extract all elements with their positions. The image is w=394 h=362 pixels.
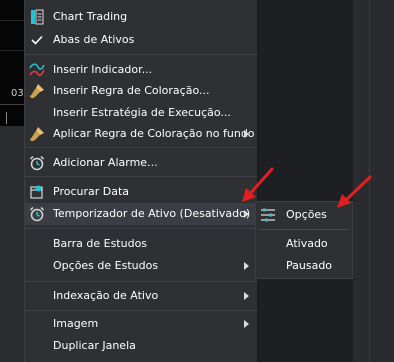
submenu-item-ativado[interactable]: Ativado bbox=[256, 233, 352, 255]
chart-trading-icon bbox=[29, 9, 45, 25]
submenu-arrow-icon bbox=[244, 262, 249, 270]
menu-item-procurar-data[interactable]: Procurar Data bbox=[25, 181, 257, 203]
chart-gridline bbox=[0, 50, 24, 51]
background-panel bbox=[0, 126, 24, 362]
sliders-icon bbox=[260, 207, 276, 231]
menu-separator bbox=[25, 228, 257, 229]
timer-icon bbox=[29, 206, 45, 222]
menu-item-label: Duplicar Janela bbox=[53, 339, 136, 352]
submenu-arrow-icon bbox=[244, 210, 249, 218]
menu-item-chart-trading[interactable]: Chart Trading bbox=[25, 6, 257, 28]
menu-item-label: Aplicar Regra de Coloração no fundo bbox=[53, 127, 255, 140]
submenu-item-label: Pausado bbox=[286, 259, 333, 272]
menu-item-inserir-estrategia[interactable]: Inserir Estratégia de Execução... bbox=[25, 102, 257, 124]
menu-separator bbox=[25, 147, 257, 148]
menu-item-imagem[interactable]: Imagem bbox=[25, 313, 257, 335]
menu-separator bbox=[25, 176, 257, 177]
timer-submenu: Opções Ativado Pausado bbox=[255, 201, 353, 279]
menu-separator bbox=[25, 310, 257, 311]
menu-item-label: Imagem bbox=[53, 317, 99, 330]
chart-axis-line bbox=[0, 104, 24, 105]
submenu-arrow-icon bbox=[244, 320, 249, 328]
menu-item-label: Opções de Estudos bbox=[53, 259, 159, 272]
chart-time-marker bbox=[6, 112, 7, 124]
menu-separator bbox=[25, 281, 257, 282]
menu-item-label: Chart Trading bbox=[53, 10, 128, 23]
submenu-arrow-icon bbox=[244, 130, 249, 138]
menu-item-abas-de-ativos[interactable]: Abas de Ativos bbox=[25, 29, 257, 51]
submenu-arrow-icon bbox=[244, 292, 249, 300]
context-menu: Chart Trading Abas de Ativos Inserir Ind… bbox=[24, 0, 258, 362]
menu-item-indexacao-de-ativo[interactable]: Indexação de Ativo bbox=[25, 285, 257, 307]
indicator-icon bbox=[29, 62, 45, 78]
menu-item-adicionar-alarme[interactable]: Adicionar Alarme... bbox=[25, 152, 257, 174]
menu-item-temporizador-ativo[interactable]: Temporizador de Ativo (Desativado) bbox=[25, 203, 257, 225]
alarm-clock-icon bbox=[29, 155, 45, 171]
menu-item-barra-de-estudos[interactable]: Barra de Estudos bbox=[25, 233, 257, 255]
chart-area: 03 bbox=[0, 0, 25, 126]
menu-item-label: Temporizador de Ativo (Desativado) bbox=[53, 207, 251, 220]
checkmark-icon bbox=[29, 32, 45, 48]
submenu-item-label: Opções bbox=[286, 208, 327, 221]
menu-item-label: Indexação de Ativo bbox=[53, 289, 159, 302]
menu-item-inserir-regra-coloracao[interactable]: Inserir Regra de Coloração... bbox=[25, 80, 257, 102]
annotation-arrow-icon bbox=[242, 167, 274, 202]
menu-separator bbox=[25, 54, 257, 55]
menu-item-label: Inserir Estratégia de Execução... bbox=[53, 106, 231, 119]
chart-gridline bbox=[0, 20, 24, 21]
menu-item-label: Adicionar Alarme... bbox=[53, 156, 158, 169]
search-date-icon bbox=[29, 184, 45, 200]
menu-item-label: Procurar Data bbox=[53, 185, 130, 198]
annotation-arrow-icon bbox=[337, 175, 372, 208]
paint-brush-icon bbox=[29, 83, 45, 99]
paint-brush-icon bbox=[29, 126, 45, 142]
menu-item-label: Barra de Estudos bbox=[53, 237, 148, 250]
menu-item-inserir-indicador[interactable]: Inserir Indicador... bbox=[25, 59, 257, 81]
menu-item-duplicar-janela[interactable]: Duplicar Janela bbox=[25, 335, 257, 357]
submenu-item-label: Ativado bbox=[286, 237, 328, 250]
menu-item-label: Abas de Ativos bbox=[53, 33, 135, 46]
chart-axis-label: 03 bbox=[11, 88, 24, 99]
menu-item-opcoes-de-estudos[interactable]: Opções de Estudos bbox=[25, 255, 257, 277]
submenu-separator bbox=[260, 229, 348, 230]
submenu-item-pausado[interactable]: Pausado bbox=[256, 255, 352, 277]
menu-item-aplicar-regra-fundo[interactable]: Aplicar Regra de Coloração no fundo bbox=[25, 123, 257, 145]
menu-item-label: Inserir Regra de Coloração... bbox=[53, 84, 210, 97]
menu-item-label: Inserir Indicador... bbox=[53, 63, 153, 76]
